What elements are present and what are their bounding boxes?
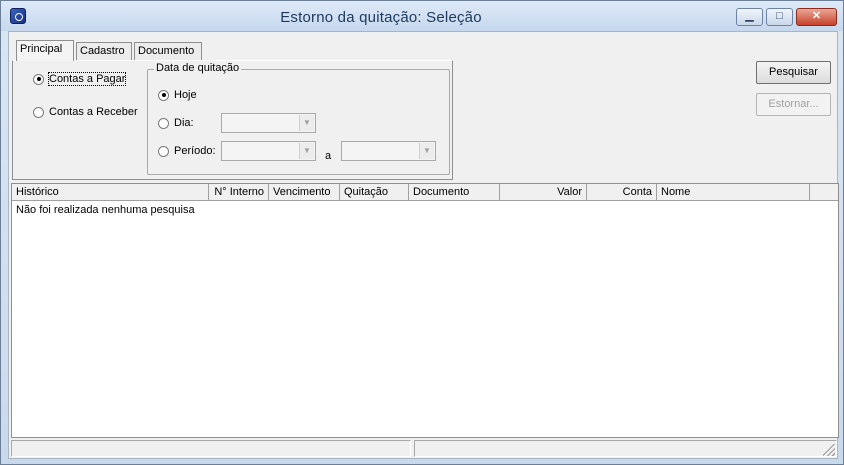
window-title: Estorno da quitação: Seleção	[280, 9, 482, 26]
periodo-to-combo[interactable]: ▼	[341, 141, 436, 161]
chevron-down-icon[interactable]: ▼	[299, 143, 314, 159]
radio-dia[interactable]: Dia:	[158, 117, 194, 131]
maximize-button[interactable]: □	[766, 8, 793, 26]
column-header-documento[interactable]: Documento	[409, 184, 500, 200]
empty-results-message: Não foi realizada nenhuma pesquisa	[16, 204, 195, 216]
column-header-nome[interactable]: Nome	[657, 184, 810, 200]
radio-label: Dia:	[174, 117, 194, 129]
dia-date-combo[interactable]: ▼	[221, 113, 316, 133]
radio-indicator[interactable]	[158, 117, 169, 129]
radio-label: Contas a Pagar	[47, 72, 127, 86]
period-separator: a	[325, 150, 332, 162]
column-header-n-interno[interactable]: N° Interno	[209, 184, 269, 200]
status-bar	[11, 440, 837, 458]
column-header-vencimento[interactable]: Vencimento	[269, 184, 340, 200]
radio-label: Hoje	[174, 89, 197, 101]
title-bar[interactable]: Estorno da quitação: Seleção ▁ □ ✕	[1, 1, 843, 31]
radio-indicator[interactable]	[33, 73, 44, 85]
estornar-button[interactable]: Estornar...	[756, 93, 831, 116]
client-area: Principal Cadastro Documento Contas a Pa…	[8, 31, 839, 459]
pesquisar-button[interactable]: Pesquisar	[756, 61, 831, 84]
periodo-from-combo[interactable]: ▼	[221, 141, 316, 161]
date-groupbox: Data de quitação Hoje Dia: ▼ Período: ▼ …	[147, 62, 450, 175]
radio-periodo[interactable]: Período:	[158, 145, 216, 159]
results-grid[interactable]: Histórico N° Interno Vencimento Quitação…	[11, 183, 839, 438]
column-header-conta[interactable]: Conta	[587, 184, 657, 200]
close-button[interactable]: ✕	[796, 8, 837, 26]
radio-contas-pagar[interactable]: Contas a Pagar	[33, 72, 127, 87]
radio-indicator[interactable]	[33, 106, 44, 118]
radio-label: Período:	[174, 145, 216, 157]
chevron-down-icon[interactable]: ▼	[419, 143, 434, 159]
radio-indicator[interactable]	[158, 89, 169, 101]
resize-grip-icon[interactable]	[823, 444, 835, 456]
status-pane-right	[414, 440, 837, 457]
column-header-valor[interactable]: Valor	[500, 184, 587, 200]
column-header-quitacao[interactable]: Quitação	[340, 184, 409, 200]
tab-principal[interactable]: Principal	[16, 40, 74, 61]
tab-cadastro[interactable]: Cadastro	[76, 42, 132, 60]
chevron-down-icon[interactable]: ▼	[299, 115, 314, 131]
radio-indicator[interactable]	[158, 145, 169, 157]
radio-hoje[interactable]: Hoje	[158, 89, 197, 103]
radio-label: Contas a Receber	[49, 106, 138, 118]
main-window: Estorno da quitação: Seleção ▁ □ ✕ Princ…	[0, 0, 844, 465]
tab-documento[interactable]: Documento	[134, 42, 202, 60]
grid-header: Histórico N° Interno Vencimento Quitação…	[12, 184, 838, 201]
column-header-historico[interactable]: Histórico	[12, 184, 209, 200]
minimize-button[interactable]: ▁	[736, 8, 763, 26]
radio-contas-receber[interactable]: Contas a Receber	[33, 106, 138, 120]
group-title: Data de quitação	[154, 62, 242, 74]
status-pane-left	[11, 440, 411, 457]
